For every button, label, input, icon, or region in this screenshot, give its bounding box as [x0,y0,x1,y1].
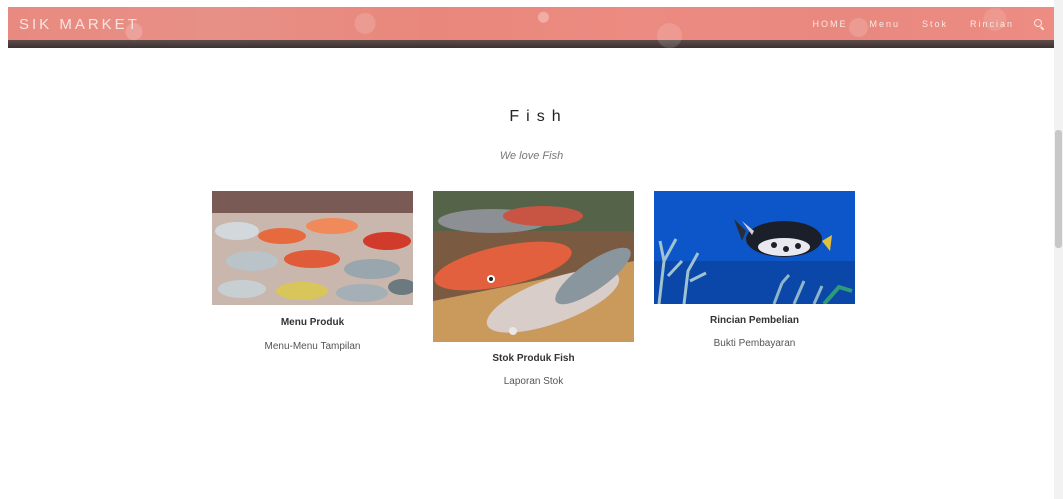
nav-stok[interactable]: Stok [922,19,948,29]
section-subtitle: We love Fish [499,150,564,162]
section-title: Fish [509,108,568,125]
card-description: Laporan Stok [503,376,564,387]
card-stok-produk: Stok Produk Fish Laporan Stok [433,191,634,387]
fish-market-image[interactable] [212,191,413,305]
card-title[interactable]: Rincian Pembelian [654,315,855,326]
main-nav: HOME Menu Stok Rincian [790,19,1045,31]
header-banner: SIK MARKET HOME Menu Stok Rincian [8,7,1058,48]
card-menu-produk: Menu Produk Menu-Menu Tampilan [212,191,413,352]
card-title[interactable]: Menu Produk [212,317,413,328]
scrollbar-thumb[interactable] [1055,130,1062,248]
search-icon[interactable] [1034,19,1045,31]
nav-home[interactable]: HOME [812,19,847,29]
nav-rincian[interactable]: Rincian [970,19,1014,29]
fresh-fish-image[interactable] [433,191,634,342]
brand-logo[interactable]: SIK MARKET [19,16,140,33]
card-title[interactable]: Stok Produk Fish [433,353,634,364]
card-rincian-pembelian: Rincian Pembelian Bukti Pembayaran [654,191,855,349]
page-scrollbar[interactable] [1054,0,1063,499]
reef-fish-image[interactable] [654,191,855,304]
card-description: Bukti Pembayaran [713,338,796,349]
nav-menu[interactable]: Menu [869,19,900,29]
card-description: Menu-Menu Tampilan [264,341,361,352]
